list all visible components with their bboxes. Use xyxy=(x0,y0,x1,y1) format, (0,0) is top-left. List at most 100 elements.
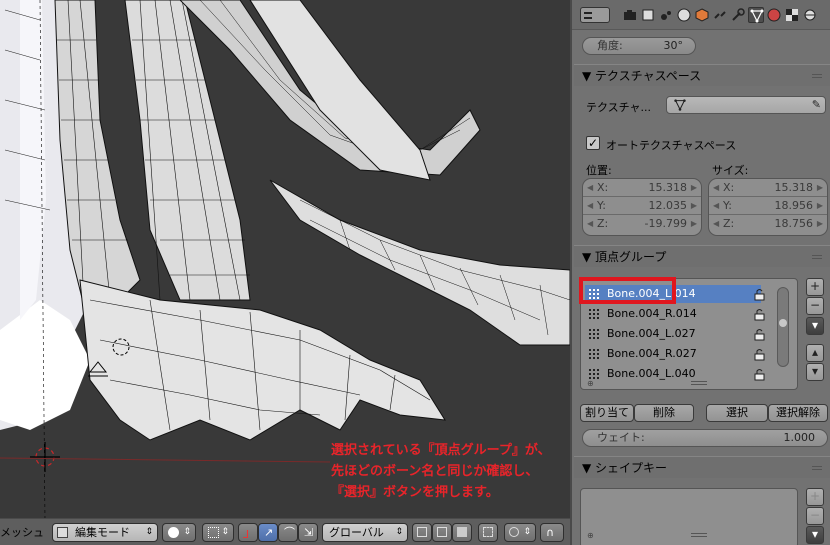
material-tab[interactable] xyxy=(766,7,782,23)
data-tab[interactable] xyxy=(748,7,764,23)
minus-icon: − xyxy=(809,298,821,312)
world-tab[interactable] xyxy=(676,7,692,23)
physics-tab[interactable] xyxy=(802,7,818,23)
editor-type-button[interactable] xyxy=(580,7,610,23)
shape-key-list[interactable]: ⊕ xyxy=(580,488,798,545)
mesh-menu[interactable]: メッシュ xyxy=(0,523,44,542)
list-resize-grip[interactable] xyxy=(691,533,707,537)
rotate-icon: ⌒ xyxy=(284,526,295,539)
dropdown-arrow-icon: ⇕ xyxy=(523,527,531,537)
edge-select-mode[interactable] xyxy=(432,523,452,542)
auto-texture-space-label: オートテクスチャスペース xyxy=(606,139,737,152)
scale-manipulator[interactable]: ⇲ xyxy=(298,523,318,542)
angle-value: 30° xyxy=(663,39,684,52)
panel-grip-icon[interactable] xyxy=(812,466,822,470)
list-resize-grip[interactable] xyxy=(691,381,707,385)
translate-manipulator[interactable]: ↗ xyxy=(258,523,278,542)
snap-toggle[interactable]: ∩ xyxy=(540,523,564,542)
modifiers-tab[interactable] xyxy=(730,7,746,23)
scrollbar-thumb[interactable] xyxy=(779,319,787,327)
vertex-group-icon xyxy=(589,349,599,359)
mesh-data-icon xyxy=(674,99,686,111)
assign-button[interactable]: 割り当て xyxy=(580,404,634,422)
remove-from-group-button[interactable]: 削除 xyxy=(634,404,694,422)
lock-icon[interactable] xyxy=(753,328,766,341)
size-z-field[interactable]: ◀ Z: 18.756 ▶ xyxy=(709,215,827,233)
weight-value: 1.000 xyxy=(783,431,816,444)
lock-icon[interactable] xyxy=(753,368,766,381)
pivot-point-selector[interactable]: ⇕ xyxy=(202,523,234,542)
location-x-field[interactable]: ◀ X: 15.318 ▶ xyxy=(583,179,701,197)
size-y-field[interactable]: ◀ Y: 18.956 ▶ xyxy=(709,197,827,215)
render-layers-tab[interactable] xyxy=(640,7,656,23)
collapse-arrow-icon: ▼ xyxy=(582,461,596,475)
add-vertex-group-button[interactable]: + xyxy=(806,278,824,296)
checkmark-icon: ✓ xyxy=(587,136,599,150)
deselect-button[interactable]: 選択解除 xyxy=(768,404,828,422)
lock-icon[interactable] xyxy=(753,288,766,301)
size-x-field[interactable]: ◀ X: 15.318 ▶ xyxy=(709,179,827,197)
list-item[interactable]: Bone.004_L.040 xyxy=(585,365,761,383)
plus-icon: + xyxy=(809,279,821,293)
angle-field[interactable]: 角度: 30° xyxy=(582,37,696,55)
lock-icon[interactable] xyxy=(753,308,766,321)
list-item[interactable]: Bone.004_L.027 xyxy=(585,325,761,343)
mode-selector[interactable]: 編集モード ⇕ xyxy=(52,523,158,542)
3d-viewport[interactable]: 選択されている『頂点グループ』が、 先ほどのボーン名と同じか確認し、 『選択』ボ… xyxy=(0,0,570,545)
transform-orientation-selector[interactable]: グローバル ⇕ xyxy=(322,523,408,542)
location-fields: ◀ X: 15.318 ▶ ◀ Y: 12.035 ▶ ◀ Z: -19.799 ▶ xyxy=(582,178,702,236)
filter-options-icon[interactable]: ⊕ xyxy=(587,531,594,540)
eyedropper-icon[interactable]: ✎ xyxy=(812,97,821,113)
texture-space-panel-header[interactable]: ▼ テクスチャスペース xyxy=(574,64,830,86)
list-item[interactable]: Bone.004_R.014 xyxy=(585,305,761,323)
render-tab[interactable] xyxy=(622,7,638,23)
wrench-icon xyxy=(732,8,745,21)
vertex-select-mode[interactable] xyxy=(412,523,432,542)
list-item[interactable]: Bone.004_R.027 xyxy=(585,345,761,363)
texture-tab[interactable] xyxy=(784,7,800,23)
panel-grip-icon[interactable] xyxy=(812,74,822,78)
magnet-icon: ∩ xyxy=(546,526,555,539)
auto-texture-space-checkbox[interactable]: ✓ xyxy=(586,136,600,150)
viewport-shading-selector[interactable]: ⇕ xyxy=(162,523,196,542)
face-select-mode[interactable] xyxy=(452,523,472,542)
filter-options-icon[interactable]: ⊕ xyxy=(587,379,594,388)
limit-selection-toggle[interactable] xyxy=(478,523,498,542)
move-up-button[interactable]: ▴ xyxy=(806,344,824,362)
add-shape-key-button[interactable]: + xyxy=(806,488,824,506)
dropdown-arrow-icon: ⇕ xyxy=(145,527,153,537)
pivot-icon xyxy=(208,527,219,538)
camera-icon xyxy=(624,10,636,20)
vertex-group-name: Bone.004_R.027 xyxy=(607,347,697,360)
rotate-manipulator[interactable]: ⌒ xyxy=(278,523,298,542)
object-tab[interactable] xyxy=(694,7,710,23)
constraints-tab[interactable] xyxy=(712,7,728,23)
scene-tab[interactable] xyxy=(658,7,674,23)
edge-icon xyxy=(437,527,447,537)
orientation-label: グローバル xyxy=(329,526,384,539)
manipulator-toggle[interactable]: ⅃ xyxy=(238,523,258,542)
remove-shape-key-button[interactable]: − xyxy=(806,507,824,525)
vertex-group-icon xyxy=(589,309,599,319)
proportional-edit-selector[interactable]: ⇕ xyxy=(504,523,536,542)
location-y-field[interactable]: ◀ Y: 12.035 ▶ xyxy=(583,197,701,215)
remove-vertex-group-button[interactable]: − xyxy=(806,297,824,315)
texture-mesh-field[interactable]: ✎ xyxy=(666,96,826,114)
material-icon xyxy=(767,8,781,22)
location-z-field[interactable]: ◀ Z: -19.799 ▶ xyxy=(583,215,701,233)
select-button[interactable]: 選択 xyxy=(706,404,768,422)
shape-keys-title: シェイプキー xyxy=(595,461,668,475)
shape-key-specials-button[interactable]: ▾ xyxy=(806,526,824,544)
move-down-button[interactable]: ▾ xyxy=(806,363,824,381)
shape-keys-panel-header[interactable]: ▼ シェイプキー xyxy=(574,456,830,478)
size-fields: ◀ X: 15.318 ▶ ◀ Y: 18.956 ▶ ◀ Z: 18.756 ▶ xyxy=(708,178,828,236)
vertex-groups-panel-header[interactable]: ▼ 頂点グループ xyxy=(574,245,830,267)
weight-field[interactable]: ウェイト: 1.000 xyxy=(582,429,828,447)
list-scrollbar[interactable] xyxy=(777,287,789,367)
world-icon xyxy=(677,8,691,22)
panel-grip-icon[interactable] xyxy=(812,255,822,259)
vertex-group-name: Bone.004_R.014 xyxy=(607,307,697,320)
angle-label: 角度: xyxy=(597,39,623,52)
lock-icon[interactable] xyxy=(753,348,766,361)
vertex-group-specials-button[interactable]: ▾ xyxy=(806,317,824,335)
